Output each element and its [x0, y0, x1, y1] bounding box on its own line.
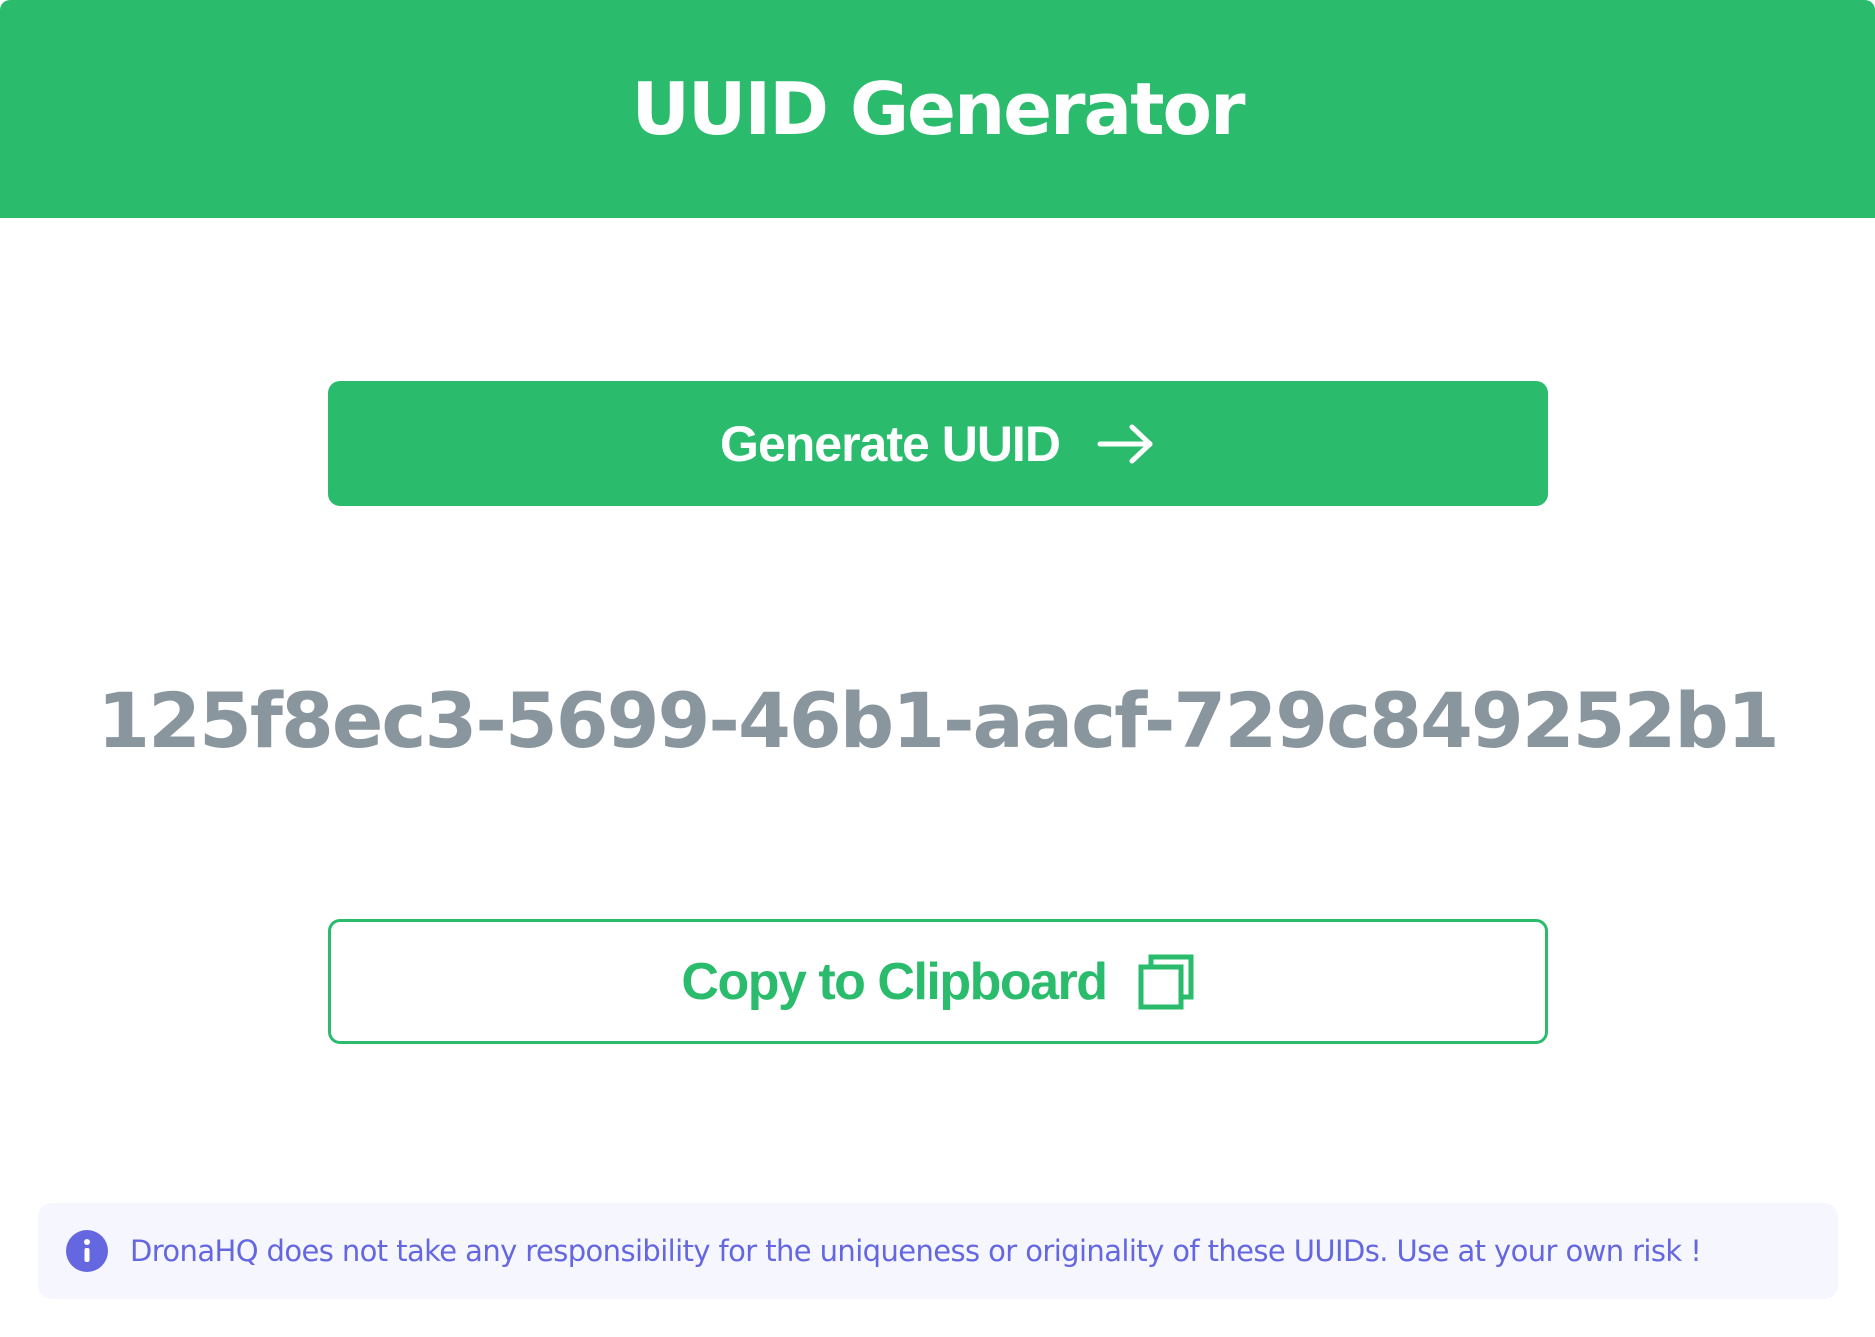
generate-uuid-button[interactable]: Generate UUID: [328, 381, 1548, 506]
page-title: UUID Generator: [631, 67, 1245, 151]
disclaimer-text: DronaHQ does not take any responsibility…: [130, 1234, 1702, 1268]
uuid-output: 125f8ec3-5699-46b1-aacf-729c849252b1: [0, 665, 1875, 775]
uuid-generator-app: UUID Generator Generate UUID 125f8ec3-56…: [0, 0, 1875, 1337]
generate-uuid-label: Generate UUID: [720, 415, 1061, 472]
header-bar: UUID Generator: [0, 0, 1875, 218]
copy-to-clipboard-button[interactable]: Copy to Clipboard: [328, 919, 1548, 1044]
arrow-right-icon: [1096, 419, 1156, 469]
copy-icon: [1137, 953, 1195, 1011]
disclaimer-banner: DronaHQ does not take any responsibility…: [38, 1203, 1838, 1299]
copy-to-clipboard-label: Copy to Clipboard: [681, 952, 1108, 1011]
info-icon: [66, 1230, 108, 1272]
uuid-value: 125f8ec3-5699-46b1-aacf-729c849252b1: [97, 675, 1779, 765]
